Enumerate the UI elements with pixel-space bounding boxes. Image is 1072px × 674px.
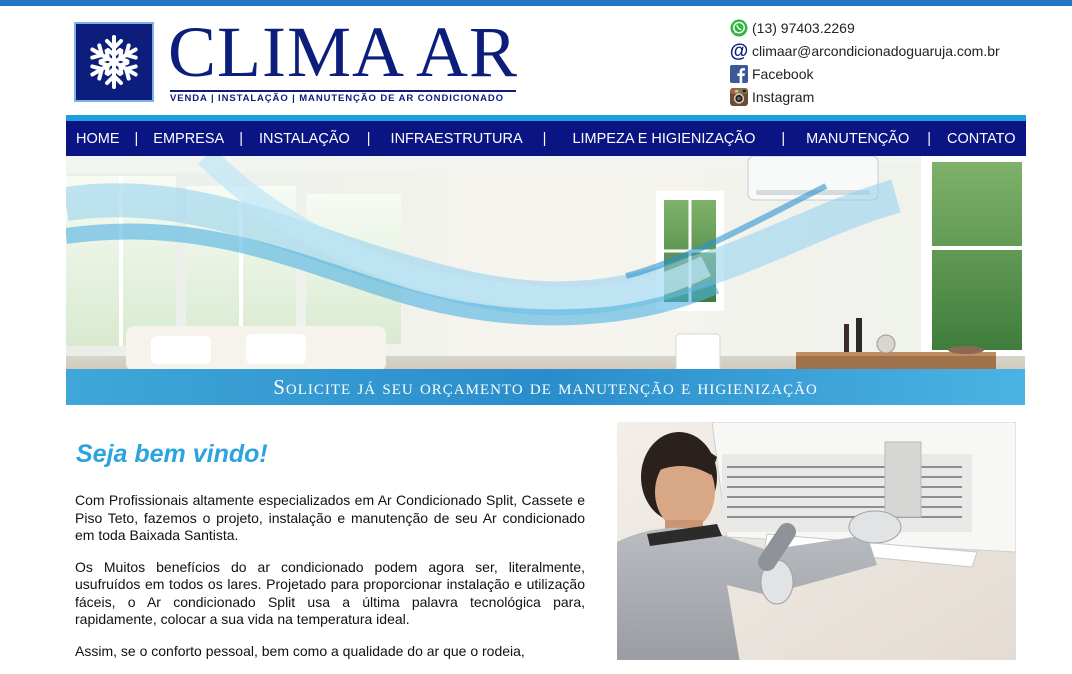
nav-item-limpeza[interactable]: LIMPEZA E HIGIENIZAÇÃO — [572, 131, 755, 147]
contact-phone[interactable]: (13) 97403.2269 — [729, 16, 1059, 39]
nav-item-empresa[interactable]: EMPRESA — [153, 131, 224, 147]
contact-instagram[interactable]: Instagram — [729, 85, 1059, 108]
nav-separator: | — [781, 130, 786, 147]
email-address: climaar@arcondicionadoguaruja.com.br — [752, 42, 1000, 59]
logo-tagline: VENDA | INSTALAÇÃO | MANUTENÇÃO DE AR CO… — [170, 93, 504, 104]
hero-illustration — [66, 156, 1025, 405]
contact-list: (13) 97403.2269 @ climaar@arcondicionado… — [729, 16, 1059, 108]
instagram-link: Instagram — [752, 88, 815, 105]
main-nav: HOME | EMPRESA | INSTALAÇÃO | INFRAESTRU… — [66, 121, 1026, 156]
nav-separator: | — [239, 130, 243, 147]
at-sign-icon: @ — [729, 41, 749, 61]
paragraph: Assim, se o conforto pessoal, bem como a… — [75, 642, 525, 659]
whatsapp-icon — [729, 18, 749, 38]
facebook-icon — [729, 64, 749, 84]
snowflake-icon — [86, 35, 142, 89]
logo-title: CLIMA AR — [168, 12, 519, 92]
site-logo[interactable]: CLIMA AR VENDA | INSTALAÇÃO | MANUTENÇÃO… — [74, 16, 524, 106]
welcome-text: Com Profissionais altamente especializad… — [75, 492, 585, 674]
nav-item-contato[interactable]: CONTATO — [947, 131, 1015, 147]
nav-item-instalacao[interactable]: INSTALAÇÃO — [259, 131, 350, 147]
phone-number: (13) 97403.2269 — [752, 19, 855, 36]
logo-divider — [170, 90, 516, 92]
top-accent-bar — [0, 0, 1072, 6]
nav-item-infraestrutura[interactable]: INFRAESTRUTURA — [391, 131, 523, 147]
nav-separator: | — [366, 130, 371, 147]
facebook-link: Facebook — [752, 65, 814, 82]
hero-banner[interactable]: Solicite já seu orçamento de manutenção … — [66, 156, 1025, 405]
contact-email[interactable]: @ climaar@arcondicionadoguaruja.com.br — [729, 39, 1059, 62]
hero-caption-strip: Solicite já seu orçamento de manutenção … — [66, 369, 1025, 405]
logo-emblem — [74, 22, 154, 102]
svg-text:@: @ — [730, 42, 748, 60]
nav-item-manutencao[interactable]: MANUTENÇÃO — [806, 131, 909, 147]
hero-caption: Solicite já seu orçamento de manutenção … — [273, 374, 818, 399]
technician-photo — [617, 422, 1016, 660]
paragraph: Com Profissionais altamente especializad… — [75, 492, 585, 543]
contact-facebook[interactable]: Facebook — [729, 62, 1059, 85]
nav-separator: | — [542, 130, 547, 147]
instagram-icon — [729, 87, 749, 107]
nav-separator: | — [134, 130, 139, 147]
nav-item-home[interactable]: HOME — [76, 131, 120, 147]
paragraph: Os Muitos benefícios do ar condicionado … — [75, 558, 585, 628]
welcome-heading: Seja bem vindo! — [76, 440, 268, 468]
nav-separator: | — [927, 130, 932, 147]
